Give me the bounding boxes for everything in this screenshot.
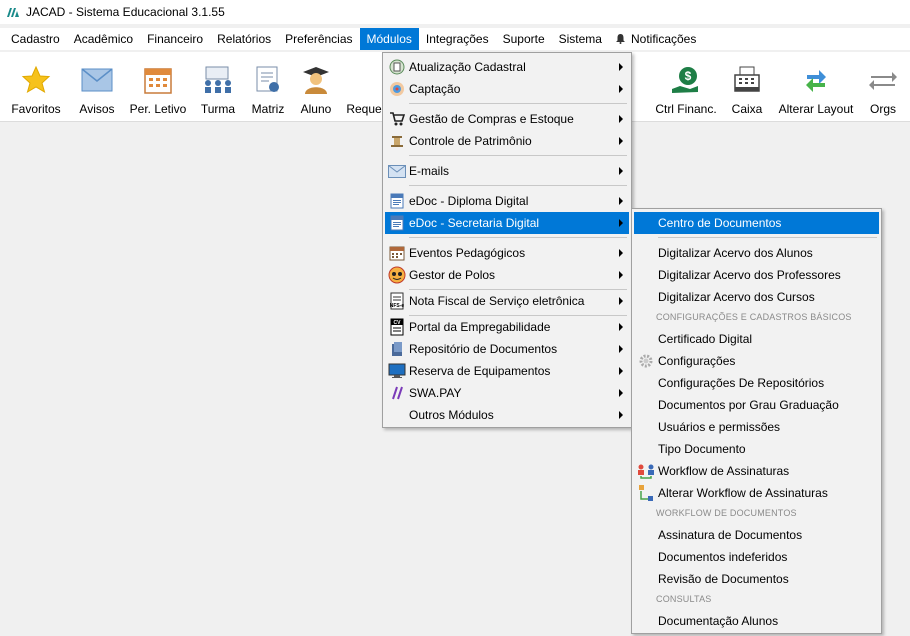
menu-notificacoes[interactable]: Notificações	[609, 28, 703, 50]
workflow-edit-icon	[636, 484, 656, 502]
menu-item-gestao-compras[interactable]: Gestão de Compras e Estoque	[385, 108, 629, 130]
envelope-icon	[81, 64, 113, 96]
star-icon	[20, 64, 52, 96]
toolbar-avisos[interactable]: Avisos	[74, 52, 120, 122]
monitor-icon	[387, 362, 407, 380]
submenu-documentacao-alunos[interactable]: Documentação Alunos	[634, 610, 879, 632]
svg-text:CV: CV	[394, 320, 402, 326]
calendar-icon	[387, 244, 407, 262]
menu-item-captacao[interactable]: Captação	[385, 78, 629, 100]
submenu-usuarios-permissoes[interactable]: Usuários e permissões	[634, 416, 879, 438]
menu-item-swapay[interactable]: SWA.PAY	[385, 382, 629, 404]
menu-item-controle-patrimonio[interactable]: Controle de Patrimônio	[385, 130, 629, 152]
toolbar-per-letivo[interactable]: Per. Letivo	[128, 52, 188, 122]
modulos-dropdown: Atualização Cadastral Captação Gestão de…	[382, 52, 632, 428]
cart-icon	[387, 110, 407, 128]
menu-item-emails[interactable]: E-mails	[385, 160, 629, 182]
menu-bar: Cadastro Acadêmico Financeiro Relatórios…	[0, 28, 910, 50]
menu-item-eventos-pedagogicos[interactable]: Eventos Pedagógicos	[385, 242, 629, 264]
header-consultas: CONSULTAS	[656, 594, 712, 604]
submenu-digitalizar-cursos[interactable]: Digitalizar Acervo dos Cursos	[634, 286, 879, 308]
menu-suporte[interactable]: Suporte	[496, 28, 552, 50]
gear-icon	[636, 352, 656, 370]
submenu-configuracoes-repositorios[interactable]: Configurações De Repositórios	[634, 372, 879, 394]
menu-notificacoes-label: Notificações	[630, 32, 697, 46]
submenu-centro-documentos[interactable]: Centro de Documentos	[634, 212, 879, 234]
submenu-workflow-assinaturas[interactable]: Workflow de Assinaturas	[634, 460, 879, 482]
header-workflow: WORKFLOW DE DOCUMENTOS	[656, 508, 797, 518]
menu-item-portal-empregabilidade[interactable]: CV Portal da Empregabilidade	[385, 316, 629, 338]
menu-sistema[interactable]: Sistema	[552, 28, 609, 50]
submenu-certificado-digital[interactable]: Certificado Digital	[634, 328, 879, 350]
money-hand-icon: $	[670, 64, 702, 96]
calendar-icon	[142, 64, 174, 96]
menu-item-edoc-secretaria[interactable]: eDoc - Secretaria Digital	[385, 212, 629, 234]
column-icon	[387, 132, 407, 150]
cv-icon: CV	[387, 318, 407, 336]
submenu-documentos-grau[interactable]: Documentos por Grau Graduação	[634, 394, 879, 416]
doc-icon	[387, 192, 407, 210]
toolbar-aluno[interactable]: Aluno	[296, 52, 336, 122]
toolbar-turma[interactable]: Turma	[196, 52, 240, 122]
class-group-icon	[202, 64, 234, 96]
header-configuracoes: CONFIGURAÇÕES E CADASTROS BÁSICOS	[656, 312, 852, 322]
menu-item-nota-fiscal[interactable]: NFS-e Nota Fiscal de Serviço eletrônica	[385, 290, 629, 312]
menu-item-reserva-equipamentos[interactable]: Reserva de Equipamentos	[385, 360, 629, 382]
exchange-icon	[867, 64, 899, 96]
graduate-icon	[300, 64, 332, 96]
toolbar-matriz[interactable]: Matriz	[248, 52, 288, 122]
toolbar-favoritos[interactable]: Favoritos	[8, 52, 64, 122]
submenu-configuracoes[interactable]: Configurações	[634, 350, 879, 372]
face-icon	[387, 266, 407, 284]
svg-text:$: $	[685, 69, 692, 83]
submenu-assinatura-documentos[interactable]: Assinatura de Documentos	[634, 524, 879, 546]
toolbar-alterar-layout[interactable]: Alterar Layout	[776, 52, 856, 122]
menu-item-atualizacao-cadastral[interactable]: Atualização Cadastral	[385, 56, 629, 78]
submenu-digitalizar-professores[interactable]: Digitalizar Acervo dos Professores	[634, 264, 879, 286]
menu-relatorios[interactable]: Relatórios	[210, 28, 278, 50]
menu-modulos[interactable]: Módulos	[359, 28, 419, 50]
window-title: JACAD - Sistema Educacional 3.1.55	[26, 5, 225, 19]
toolbar-caixa[interactable]: Caixa	[728, 52, 766, 122]
nfse-icon: NFS-e	[387, 292, 407, 310]
submenu-revisao-documentos[interactable]: Revisão de Documentos	[634, 568, 879, 590]
bell-icon	[615, 29, 625, 44]
menu-academico[interactable]: Acadêmico	[67, 28, 140, 50]
menu-integracoes[interactable]: Integrações	[419, 28, 496, 50]
svg-text:NFS-e: NFS-e	[390, 303, 405, 309]
certificate-icon	[252, 64, 284, 96]
doc-icon	[387, 214, 407, 232]
menu-item-gestor-polos[interactable]: Gestor de Polos	[385, 264, 629, 286]
repository-icon	[387, 340, 407, 358]
submenu-alterar-workflow[interactable]: Alterar Workflow de Assinaturas	[634, 482, 879, 504]
jacad-logo-icon	[6, 6, 20, 18]
users-workflow-icon	[636, 462, 656, 480]
secretaria-submenu: Centro de Documentos Digitalizar Acervo …	[631, 208, 882, 634]
submenu-digitalizar-alunos[interactable]: Digitalizar Acervo dos Alunos	[634, 242, 879, 264]
menu-preferencias[interactable]: Preferências	[278, 28, 359, 50]
toolbar-ctrl-financ[interactable]: $ Ctrl Financ.	[652, 52, 720, 122]
submenu-documentos-indeferidos[interactable]: Documentos indeferidos	[634, 546, 879, 568]
target-icon	[387, 80, 407, 98]
toolbar-reque[interactable]: Reque	[344, 52, 384, 122]
swapay-icon	[387, 384, 407, 402]
refresh-list-icon	[387, 58, 407, 76]
toolbar-orgs[interactable]: Orgs	[864, 52, 902, 122]
submenu-tipo-documento[interactable]: Tipo Documento	[634, 438, 879, 460]
menu-financeiro[interactable]: Financeiro	[140, 28, 210, 50]
request-icon	[348, 64, 380, 96]
menu-item-repositorio-documentos[interactable]: Repositório de Documentos	[385, 338, 629, 360]
menu-item-edoc-diploma[interactable]: eDoc - Diploma Digital	[385, 190, 629, 212]
menu-cadastro[interactable]: Cadastro	[4, 28, 67, 50]
envelope-icon	[387, 162, 407, 180]
cash-register-icon	[731, 64, 763, 96]
menu-item-outros-modulos[interactable]: Outros Módulos	[385, 404, 629, 426]
title-bar: JACAD - Sistema Educacional 3.1.55	[0, 0, 910, 24]
swap-arrows-icon	[800, 64, 832, 96]
